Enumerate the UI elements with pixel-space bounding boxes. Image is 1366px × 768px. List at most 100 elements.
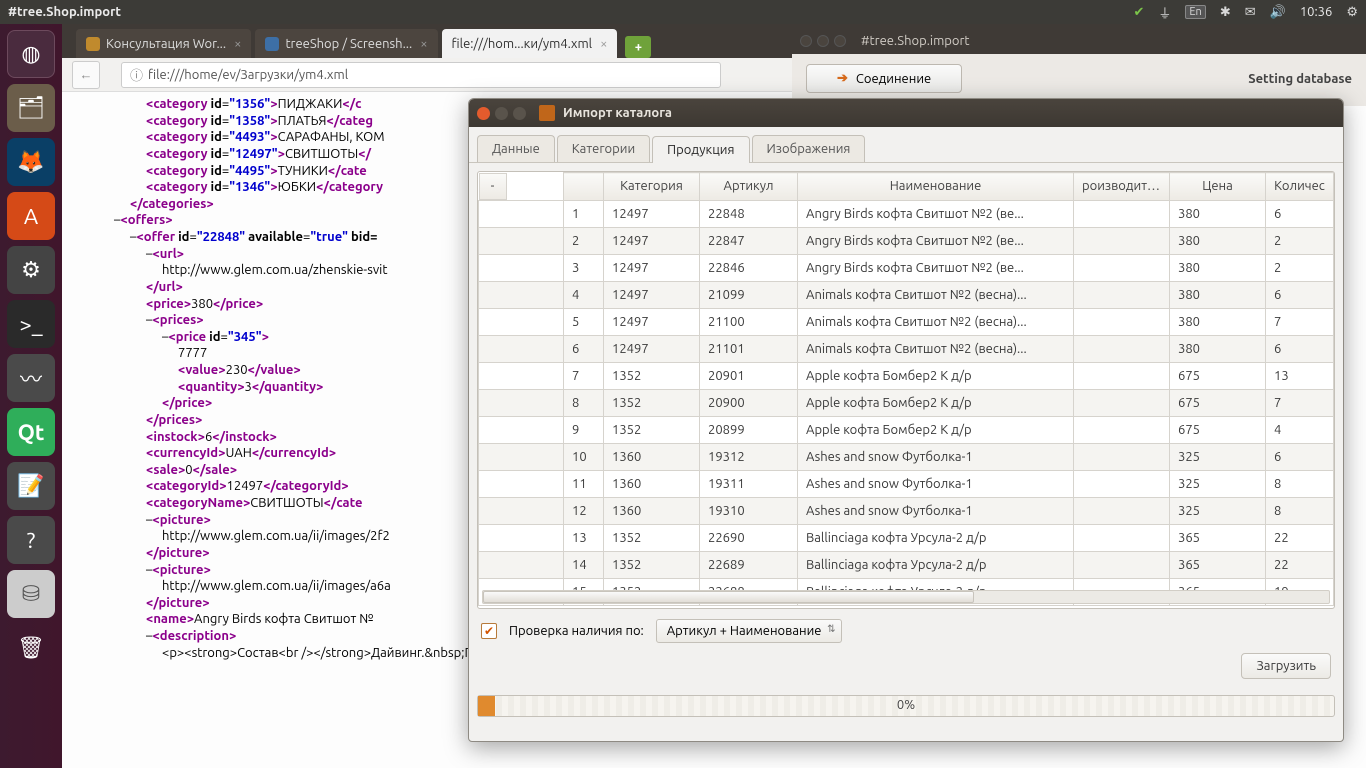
cell-article[interactable]: 22689 bbox=[700, 551, 798, 578]
dialog-titlebar[interactable]: Импорт каталога bbox=[469, 99, 1343, 127]
table-row[interactable]: 51249721100Animals кофта Свитшот №2 (вес… bbox=[479, 308, 1334, 335]
cell-manufacturer[interactable] bbox=[1074, 416, 1170, 443]
site-info-icon[interactable]: ⓘ bbox=[130, 65, 143, 84]
cell-manufacturer[interactable] bbox=[1074, 443, 1170, 470]
cell-name[interactable]: Animals кофта Свитшот №2 (весна)... bbox=[798, 335, 1074, 362]
window-max-icon[interactable] bbox=[834, 35, 846, 47]
cell-name[interactable]: Ballinciaga кофта Урсула-2 д/р bbox=[798, 551, 1074, 578]
mail-icon[interactable]: ✉ bbox=[1245, 5, 1256, 20]
cell-category[interactable]: 12497 bbox=[604, 227, 700, 254]
horizontal-scrollbar[interactable] bbox=[482, 590, 1330, 604]
cell-manufacturer[interactable] bbox=[1074, 335, 1170, 362]
col-article[interactable]: Артикул bbox=[700, 173, 798, 201]
cell-article[interactable]: 21099 bbox=[700, 281, 798, 308]
cell-manufacturer[interactable] bbox=[1074, 524, 1170, 551]
cell-category[interactable]: 1352 bbox=[604, 416, 700, 443]
back-button[interactable]: ← bbox=[72, 61, 100, 89]
check-availability-checkbox[interactable]: ✔ bbox=[481, 623, 497, 639]
col-price[interactable]: Цена bbox=[1170, 173, 1266, 201]
cell-qty[interactable]: 6 bbox=[1266, 281, 1334, 308]
cell-manufacturer[interactable] bbox=[1074, 470, 1170, 497]
qt-icon[interactable]: Qt bbox=[7, 408, 55, 456]
browser-tab[interactable]: Консультация Wor...× bbox=[76, 29, 251, 58]
cell-category[interactable]: 12497 bbox=[604, 200, 700, 227]
clock[interactable]: 10:36 bbox=[1300, 5, 1333, 19]
cell-price[interactable]: 380 bbox=[1170, 254, 1266, 281]
cell-qty[interactable]: 8 bbox=[1266, 497, 1334, 524]
table-row[interactable]: 11136019311Ashes and snow Футболка-13258 bbox=[479, 470, 1334, 497]
cell-qty[interactable]: 6 bbox=[1266, 335, 1334, 362]
cell-manufacturer[interactable] bbox=[1074, 308, 1170, 335]
cell-qty[interactable]: 7 bbox=[1266, 389, 1334, 416]
cell-name[interactable]: Angry Birds кофта Свитшот №2 (ве... bbox=[798, 254, 1074, 281]
cell-manufacturer[interactable] bbox=[1074, 254, 1170, 281]
cell-price[interactable]: 325 bbox=[1170, 497, 1266, 524]
table-row[interactable]: 12136019310Ashes and snow Футболка-13258 bbox=[479, 497, 1334, 524]
window-min-icon[interactable] bbox=[817, 35, 829, 47]
terminal-icon[interactable]: >_ bbox=[7, 300, 55, 348]
cell-article[interactable]: 19312 bbox=[700, 443, 798, 470]
cell-qty[interactable]: 22 bbox=[1266, 551, 1334, 578]
match-combo[interactable]: Артикул + Наименование bbox=[656, 619, 843, 643]
cell-category[interactable]: 1360 bbox=[604, 443, 700, 470]
text-editor-icon[interactable]: 📝 bbox=[7, 462, 55, 510]
trash-icon[interactable]: 🗑 bbox=[7, 624, 55, 672]
tab-data[interactable]: Данные bbox=[477, 135, 555, 162]
products-grid[interactable]: - Категория Артикул Наименование роизвод… bbox=[477, 171, 1335, 609]
window-min-icon[interactable] bbox=[495, 107, 508, 120]
browser-tab-active[interactable]: file:///hom...ки/ym4.xml× bbox=[442, 29, 618, 58]
cell-manufacturer[interactable] bbox=[1074, 551, 1170, 578]
cell-price[interactable]: 380 bbox=[1170, 227, 1266, 254]
window-close-icon[interactable] bbox=[477, 107, 490, 120]
cell-qty[interactable]: 2 bbox=[1266, 227, 1334, 254]
cell-price[interactable]: 380 bbox=[1170, 281, 1266, 308]
cell-name[interactable]: Ashes and snow Футболка-1 bbox=[798, 497, 1074, 524]
col-category[interactable]: Категория bbox=[604, 173, 700, 201]
firefox-icon[interactable]: 🦊 bbox=[7, 138, 55, 186]
cell-name[interactable]: Angry Birds кофта Свитшот №2 (ве... bbox=[798, 227, 1074, 254]
mysql-icon[interactable]: 〰 bbox=[7, 354, 55, 402]
cell-category[interactable]: 12497 bbox=[604, 254, 700, 281]
table-row[interactable]: 11249722848Angry Birds кофта Свитшот №2 … bbox=[479, 200, 1334, 227]
cell-article[interactable]: 19311 bbox=[700, 470, 798, 497]
load-button[interactable]: Загрузить bbox=[1241, 653, 1331, 679]
new-tab-button[interactable]: + bbox=[625, 36, 651, 58]
cell-name[interactable]: Animals кофта Свитшот №2 (весна)... bbox=[798, 281, 1074, 308]
window-close-icon[interactable] bbox=[800, 35, 812, 47]
grid-corner-button[interactable]: - bbox=[479, 173, 507, 200]
cell-category[interactable]: 12497 bbox=[604, 335, 700, 362]
table-row[interactable]: 10136019312Ashes and snow Футболка-13256 bbox=[479, 443, 1334, 470]
cell-article[interactable]: 22847 bbox=[700, 227, 798, 254]
dash-icon[interactable]: ◍ bbox=[7, 30, 55, 78]
table-row[interactable]: 8135220900Apple кофта Бомбер2 К д/р6757 bbox=[479, 389, 1334, 416]
cell-price[interactable]: 675 bbox=[1170, 416, 1266, 443]
setting-titlebar[interactable]: #tree.Shop.import bbox=[792, 28, 1366, 54]
cell-category[interactable]: 1352 bbox=[604, 551, 700, 578]
cell-price[interactable]: 365 bbox=[1170, 551, 1266, 578]
cell-qty[interactable]: 22 bbox=[1266, 524, 1334, 551]
cell-article[interactable]: 19310 bbox=[700, 497, 798, 524]
cell-name[interactable]: Apple кофта Бомбер2 К д/р bbox=[798, 362, 1074, 389]
table-row[interactable]: 31249722846Angry Birds кофта Свитшот №2 … bbox=[479, 254, 1334, 281]
cell-qty[interactable]: 6 bbox=[1266, 443, 1334, 470]
tab-products[interactable]: Продукция bbox=[652, 136, 749, 163]
sync-icon[interactable]: ✔ bbox=[1133, 5, 1144, 20]
cell-price[interactable]: 325 bbox=[1170, 443, 1266, 470]
cell-price[interactable]: 365 bbox=[1170, 524, 1266, 551]
cell-name[interactable]: Apple кофта Бомбер2 К д/р bbox=[798, 416, 1074, 443]
cell-price[interactable]: 325 bbox=[1170, 470, 1266, 497]
cell-category[interactable]: 1360 bbox=[604, 470, 700, 497]
wifi-icon[interactable]: ⏚ bbox=[1158, 3, 1171, 22]
scrollbar-thumb[interactable] bbox=[483, 591, 974, 603]
cell-article[interactable]: 21101 bbox=[700, 335, 798, 362]
help-icon[interactable]: ? bbox=[7, 516, 55, 564]
cell-name[interactable]: Ashes and snow Футболка-1 bbox=[798, 443, 1074, 470]
cell-qty[interactable]: 4 bbox=[1266, 416, 1334, 443]
cell-article[interactable]: 20899 bbox=[700, 416, 798, 443]
cell-category[interactable]: 12497 bbox=[604, 308, 700, 335]
col-manufacturer[interactable]: роизводител bbox=[1074, 173, 1170, 201]
disk-icon[interactable]: ⛁ bbox=[7, 570, 55, 618]
cell-category[interactable]: 1352 bbox=[604, 524, 700, 551]
volume-icon[interactable]: 🔊 bbox=[1270, 5, 1286, 20]
table-row[interactable]: 14135222689Ballinciaga кофта Урсула-2 д/… bbox=[479, 551, 1334, 578]
